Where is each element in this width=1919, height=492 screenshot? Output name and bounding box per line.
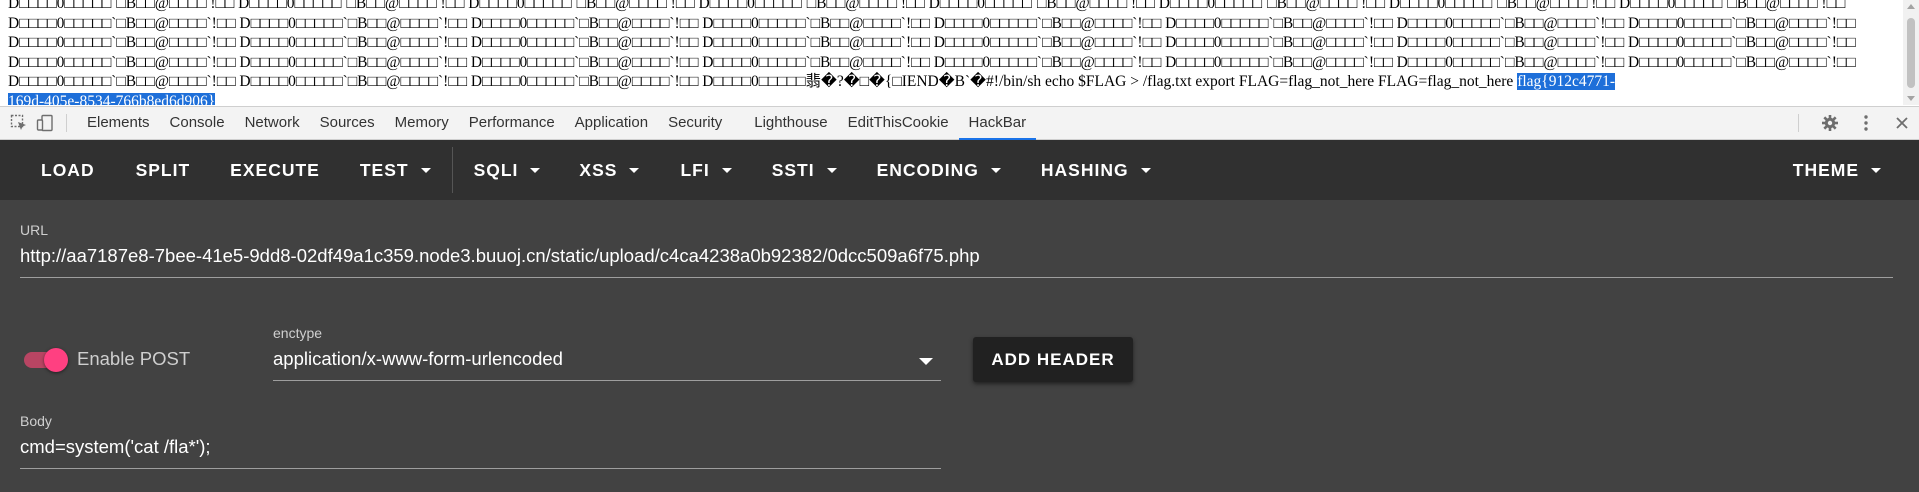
- execute-button[interactable]: EXECUTE: [230, 160, 320, 181]
- encoding-button-label: ENCODING: [876, 159, 979, 180]
- output-line-flag: 169d-405e-8534-766b8ed6d906}: [0, 92, 1903, 105]
- theme-button-label: THEME: [1792, 159, 1859, 180]
- device-toolbar-icon[interactable]: [34, 112, 56, 134]
- page-scrollbar[interactable]: [1903, 0, 1919, 105]
- enable-post-label: Enable POST: [77, 348, 191, 369]
- chevron-down-icon: [721, 167, 732, 173]
- execute-button-label: EXECUTE: [230, 159, 320, 180]
- tab-memory[interactable]: Memory: [385, 106, 459, 140]
- chevron-down-icon: [1871, 167, 1881, 173]
- tab-application[interactable]: Application: [565, 106, 658, 140]
- page-output: D□□□□0□□□□□`□B□□@□□□□ !□□ D□□□□0□□□□□`□B…: [0, 0, 1903, 105]
- flag-highlight-continued[interactable]: 169d-405e-8534-766b8ed6d906}: [8, 92, 216, 105]
- tab-performance[interactable]: Performance: [459, 106, 565, 140]
- split-button[interactable]: SPLIT: [136, 160, 191, 181]
- ssti-button-label: SSTI: [771, 159, 815, 180]
- scroll-down-arrow-icon[interactable]: [1907, 96, 1915, 101]
- toggle-knob: [44, 348, 68, 372]
- chevron-down-icon: [990, 167, 1001, 173]
- load-button[interactable]: LOAD: [41, 160, 95, 181]
- hashing-button-label: HASHING: [1040, 159, 1129, 180]
- devtools-tab-bar: Elements Console Network Sources Memory …: [0, 106, 1919, 140]
- tab-sources[interactable]: Sources: [310, 106, 385, 140]
- toolbar-divider: [1798, 114, 1799, 132]
- tab-lighthouse[interactable]: Lighthouse: [744, 106, 837, 140]
- body-label: Body: [20, 413, 52, 429]
- enctype-select[interactable]: application/x-www-form-urlencoded: [273, 348, 563, 370]
- tab-network[interactable]: Network: [235, 106, 310, 140]
- chevron-down-icon: [1140, 167, 1151, 173]
- inspect-element-icon[interactable]: [8, 112, 30, 134]
- url-input-underline: [20, 277, 1893, 278]
- tab-editthiscookie[interactable]: EditThisCookie: [838, 106, 959, 140]
- output-line: D□□□□0□□□□□`□B□□@□□□□`!□□ D□□□□0□□□□□`□B…: [8, 14, 1856, 32]
- ssti-menu-button[interactable]: SSTI: [772, 160, 837, 181]
- output-line: D□□□□0□□□□□`□B□□@□□□□`!□□ D□□□□0□□□□□`□B…: [8, 34, 1856, 51]
- close-icon[interactable]: [1891, 112, 1913, 134]
- tab-hackbar[interactable]: HackBar: [958, 106, 1037, 140]
- flag-highlight[interactable]: flag{912c4771-: [1517, 73, 1616, 90]
- toolbar-divider: [66, 114, 67, 132]
- chevron-down-icon: [629, 167, 640, 173]
- tab-console[interactable]: Console: [160, 106, 235, 140]
- test-menu-button[interactable]: TEST: [360, 160, 431, 181]
- sqli-button-label: SQLI: [473, 159, 519, 180]
- theme-menu-button[interactable]: THEME: [1793, 160, 1881, 181]
- hashing-menu-button[interactable]: HASHING: [1041, 160, 1151, 181]
- tab-elements[interactable]: Elements: [77, 106, 160, 140]
- sqli-menu-button[interactable]: SQLI: [474, 160, 541, 181]
- url-input[interactable]: http://aa7187e8-7bee-41e5-9dd8-02df49a1c…: [20, 245, 980, 267]
- lfi-menu-button[interactable]: LFI: [680, 159, 732, 181]
- xss-menu-button[interactable]: XSS: [579, 159, 640, 181]
- body-input[interactable]: cmd=system('cat /fla*');: [20, 436, 211, 458]
- output-text: D□□□□0□□□□□`□B□□@□□□□`!□□ D□□□□0□□□□□`□B…: [8, 73, 1518, 90]
- hackbar-toolbar: LOAD SPLIT EXECUTE TEST SQLI XSS LFI SST…: [0, 140, 1919, 200]
- add-header-label: ADD HEADER: [991, 349, 1115, 369]
- output-line-last: D□□□□0□□□□□`□B□□@□□□□`!□□ D□□□□0□□□□□`□B…: [0, 72, 1903, 92]
- body-input-underline: [20, 468, 941, 469]
- tab-security[interactable]: Security: [658, 106, 732, 140]
- settings-gear-icon[interactable]: [1819, 112, 1841, 134]
- enable-post-toggle[interactable]: [22, 345, 70, 375]
- output-line: D□□□□0□□□□□`□B□□@□□□□`!□□ D□□□□0□□□□□`□B…: [8, 53, 1856, 71]
- enctype-label: enctype: [273, 325, 323, 341]
- test-button-label: TEST: [359, 159, 409, 180]
- enctype-underline: [273, 380, 941, 381]
- chevron-down-icon: [826, 167, 837, 173]
- split-button-label: SPLIT: [135, 159, 191, 180]
- lfi-button-label: LFI: [680, 159, 710, 180]
- load-button-label: LOAD: [41, 159, 95, 180]
- toolbar-divider: [451, 147, 453, 193]
- chevron-down-icon: [420, 167, 431, 173]
- devtools-right-controls: [1788, 107, 1919, 139]
- add-header-button[interactable]: ADD HEADER: [973, 337, 1133, 382]
- scroll-thumb[interactable]: [1907, 18, 1915, 88]
- chevron-down-icon: [530, 167, 541, 173]
- hackbar-panel: LOAD SPLIT EXECUTE TEST SQLI XSS LFI SST…: [0, 140, 1919, 492]
- more-options-icon[interactable]: [1855, 112, 1877, 134]
- url-label: URL: [20, 222, 49, 238]
- output-line: D□□□□0□□□□□`□B□□@□□□□ !□□ D□□□□0□□□□□`□B…: [8, 0, 1846, 12]
- xss-button-label: XSS: [579, 159, 618, 180]
- encoding-menu-button[interactable]: ENCODING: [877, 160, 1001, 181]
- scroll-up-arrow-icon[interactable]: [1907, 4, 1915, 9]
- dropdown-arrow-icon[interactable]: [919, 358, 933, 365]
